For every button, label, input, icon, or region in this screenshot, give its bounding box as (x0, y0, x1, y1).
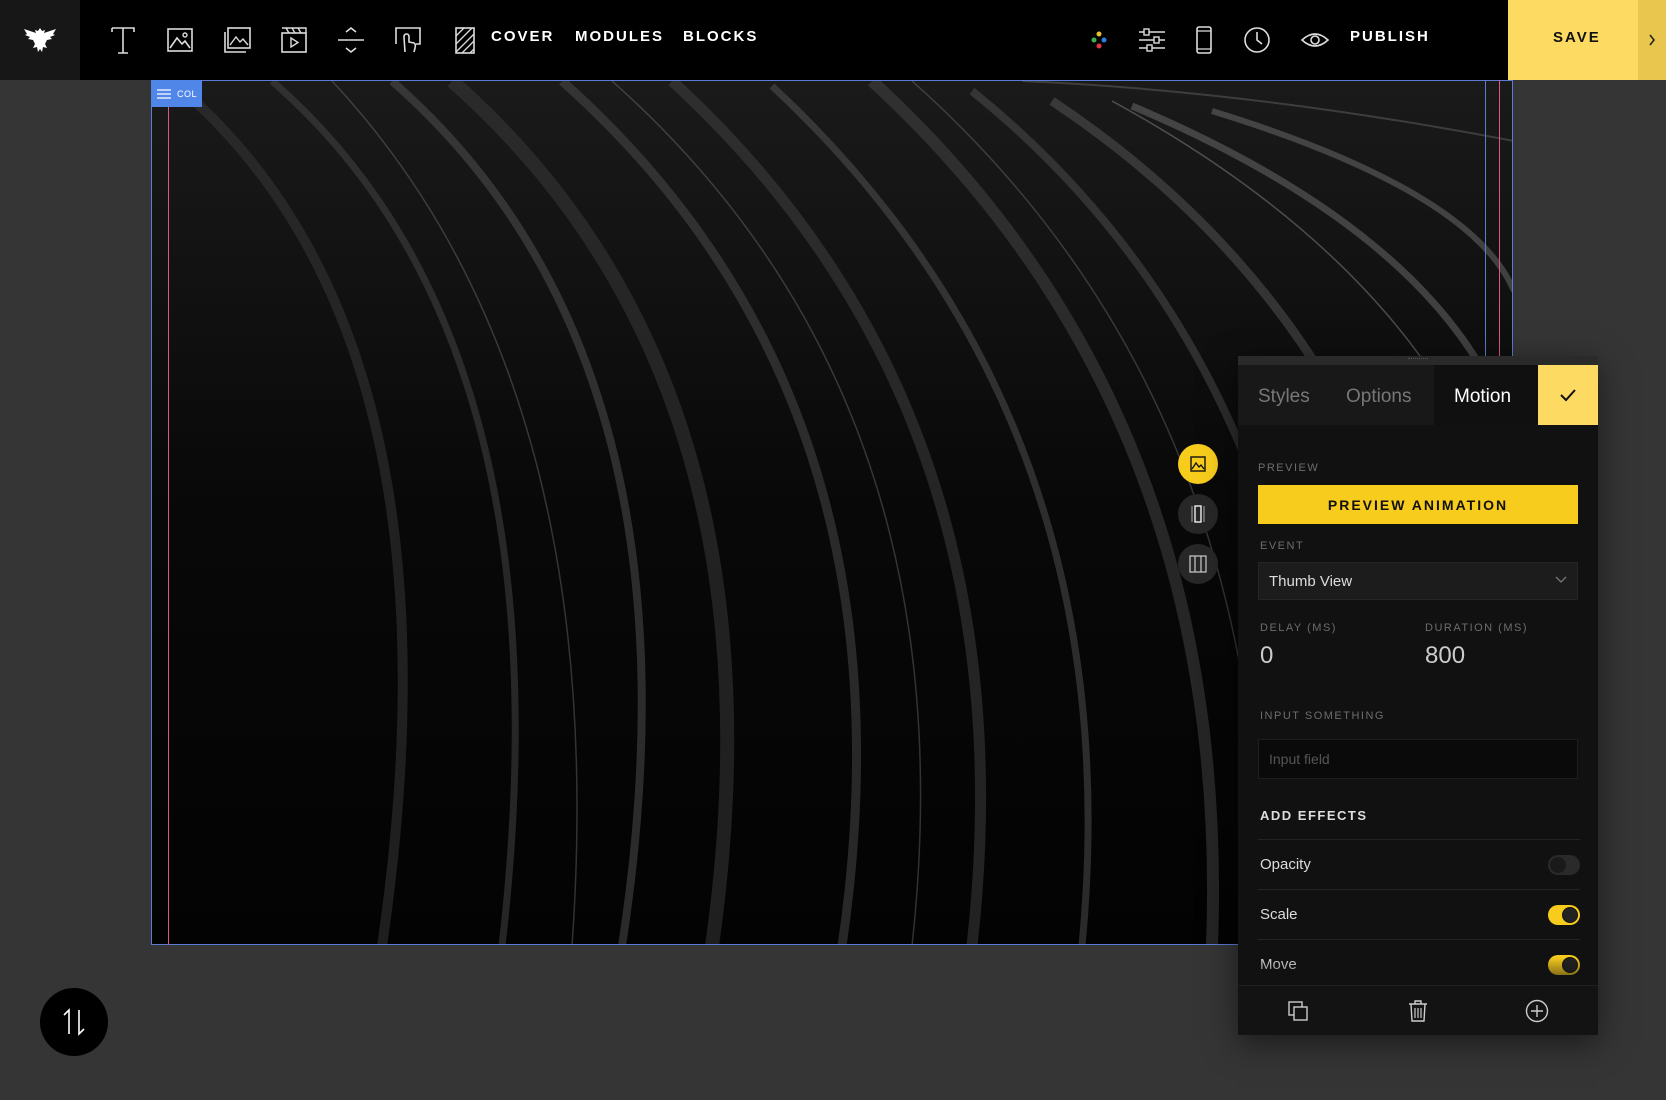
column-tag[interactable]: COL (151, 80, 202, 107)
effect-name: Move (1260, 956, 1297, 973)
chevron-right-icon[interactable] (1638, 0, 1666, 80)
motion-panel: Styles Options Motion PREVIEW PREVIEW AN… (1238, 356, 1598, 1035)
checkmark-icon (1560, 389, 1576, 402)
toggle-knob (1550, 857, 1566, 873)
effect-name: Scale (1260, 906, 1298, 923)
tab-styles[interactable]: Styles (1258, 386, 1310, 408)
nav-modules[interactable]: MODULES (575, 28, 664, 45)
sliders-icon[interactable] (1132, 20, 1172, 60)
publish-button[interactable]: PUBLISH (1350, 28, 1430, 45)
column-guide-left (168, 80, 169, 945)
event-select-value: Thumb View (1269, 572, 1353, 590)
scale-toggle[interactable] (1548, 905, 1580, 925)
panel-tabs: Styles Options Motion (1238, 365, 1598, 425)
duplicate-icon[interactable] (1285, 998, 1311, 1024)
column-tag-label: COL (177, 88, 198, 99)
save-button[interactable]: SAVE (1508, 0, 1666, 80)
event-select[interactable]: Thumb View (1258, 562, 1578, 600)
history-icon[interactable] (1237, 20, 1277, 60)
column-layout-button[interactable] (1178, 544, 1218, 584)
divider-tool-icon[interactable] (331, 20, 371, 60)
duration-label: DURATION (MS) (1425, 622, 1529, 634)
event-label: EVENT (1260, 540, 1305, 552)
tab-motion[interactable]: Motion (1454, 386, 1511, 408)
toggle-knob (1562, 907, 1578, 923)
effect-row-move: Move (1258, 939, 1580, 989)
image-settings-button[interactable] (1178, 444, 1218, 484)
image-tool-icon[interactable] (160, 20, 200, 60)
tab-options[interactable]: Options (1346, 386, 1411, 408)
toggle-knob (1562, 957, 1578, 973)
chevron-down-icon (1555, 576, 1567, 583)
panel-drag-handle[interactable] (1238, 356, 1598, 365)
column-width-button[interactable] (1178, 494, 1218, 534)
gallery-tool-icon[interactable] (217, 20, 257, 60)
colors-icon[interactable] (1079, 20, 1119, 60)
panel-footer (1238, 985, 1598, 1035)
menu-icon (157, 88, 171, 99)
preview-eye-icon[interactable] (1295, 20, 1335, 60)
effect-name: Opacity (1260, 856, 1311, 873)
save-label: SAVE (1553, 29, 1601, 46)
top-toolbar: COVER MODULES BLOCKS PUBLISH SAVE (0, 0, 1666, 80)
text-input-field[interactable] (1258, 739, 1578, 779)
video-tool-icon[interactable] (274, 20, 314, 60)
eagle-logo-icon[interactable] (0, 0, 80, 80)
text-tool-icon[interactable] (103, 20, 143, 60)
nav-cover[interactable]: COVER (491, 28, 554, 45)
duration-input[interactable]: 800 (1425, 642, 1465, 670)
column-width-icon (1191, 505, 1205, 523)
image-icon (1190, 456, 1206, 472)
add-icon[interactable] (1524, 998, 1550, 1024)
effect-row-opacity: Opacity (1258, 839, 1580, 889)
preview-label: PREVIEW (1258, 462, 1320, 474)
reorder-button[interactable] (40, 988, 108, 1056)
button-tool-icon[interactable] (388, 20, 428, 60)
add-effects-title: ADD EFFECTS (1260, 808, 1368, 823)
swap-vertical-icon (63, 1008, 85, 1036)
preview-animation-button[interactable]: PREVIEW ANIMATION (1258, 485, 1578, 524)
nav-blocks[interactable]: BLOCKS (683, 28, 758, 45)
confirm-button[interactable] (1538, 365, 1598, 425)
delay-input[interactable]: 0 (1260, 642, 1273, 670)
columns-icon (1189, 555, 1207, 573)
trash-icon[interactable] (1405, 998, 1431, 1024)
move-toggle[interactable] (1548, 955, 1580, 975)
mobile-icon[interactable] (1184, 20, 1224, 60)
input-something-label: INPUT SOMETHING (1260, 710, 1385, 722)
opacity-toggle[interactable] (1548, 855, 1580, 875)
pattern-tool-icon[interactable] (445, 20, 485, 60)
effect-row-scale: Scale (1258, 889, 1580, 939)
delay-label: DELAY (MS) (1260, 622, 1337, 634)
